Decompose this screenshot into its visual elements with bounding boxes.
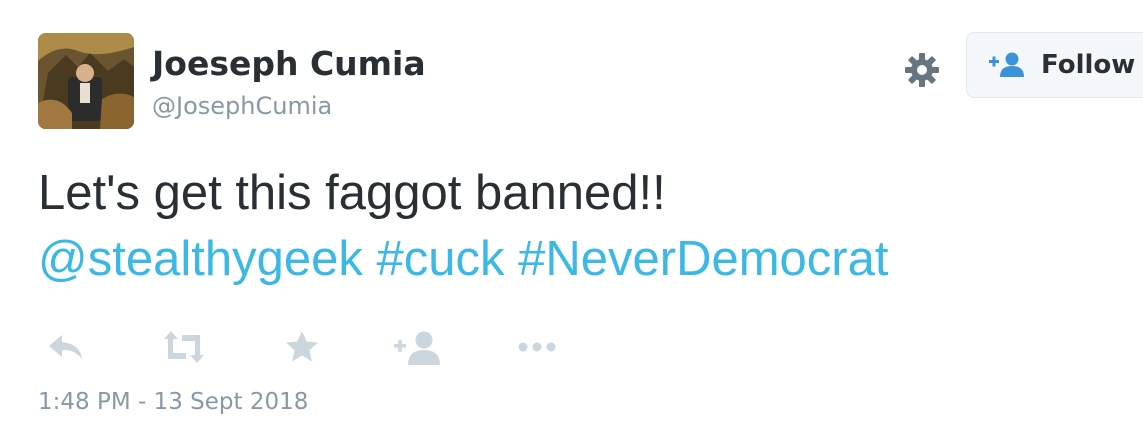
retweet-icon[interactable] bbox=[160, 327, 208, 367]
display-name[interactable]: Joeseph Cumia bbox=[152, 44, 426, 83]
hashtag-link[interactable]: #NeverDemocrat bbox=[518, 232, 888, 286]
reply-icon[interactable] bbox=[46, 327, 86, 367]
more-dots-icon[interactable] bbox=[514, 327, 562, 367]
add-user-icon bbox=[989, 51, 1027, 79]
add-user-icon[interactable] bbox=[394, 327, 444, 367]
tweet-body-text: Let's get this faggot banned!! bbox=[38, 166, 666, 220]
tweet-text: Let's get this faggot banned!! @stealthy… bbox=[38, 160, 1128, 292]
user-avatar[interactable] bbox=[38, 33, 134, 129]
follow-label: Follow bbox=[1041, 50, 1136, 80]
tweet-timestamp[interactable]: 1:48 PM - 13 Sept 2018 bbox=[38, 389, 308, 415]
hashtag-link[interactable]: #cuck bbox=[377, 232, 505, 286]
favorite-star-icon[interactable] bbox=[282, 327, 322, 367]
mention-link[interactable]: @stealthygeek bbox=[38, 232, 363, 286]
gear-icon[interactable] bbox=[902, 50, 942, 90]
tweet-card: Joeseph Cumia @JosephCumia Follow Let's … bbox=[0, 0, 1143, 421]
follow-button[interactable]: Follow bbox=[966, 32, 1143, 98]
user-handle[interactable]: @JosephCumia bbox=[152, 92, 332, 120]
